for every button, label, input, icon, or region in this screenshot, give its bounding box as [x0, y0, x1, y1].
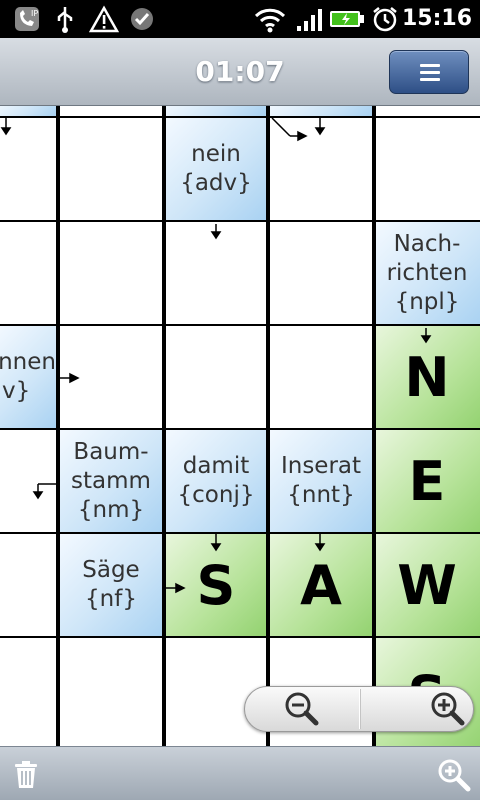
check-icon: [128, 4, 156, 34]
zoom-in-button[interactable]: [361, 687, 475, 731]
zoom-control: [244, 686, 474, 732]
menu-button[interactable]: [389, 50, 469, 94]
zoom-toggle-button[interactable]: [434, 755, 474, 795]
zoom-in-icon: [431, 692, 465, 726]
alarm-icon: [370, 4, 400, 34]
crossword-grid[interactable]: nein {adv} Nach- richten {npl} nnen v} N…: [0, 106, 480, 746]
wifi-icon: [252, 4, 288, 34]
zoom-icon: [438, 759, 471, 792]
signal-icon: [294, 4, 324, 34]
menu-icon: [420, 64, 440, 82]
warning-icon: [88, 4, 120, 34]
status-time: 15:16: [401, 6, 472, 31]
battery-icon: [328, 4, 366, 34]
call-ip-icon: IP: [10, 4, 44, 34]
zoom-out-icon: [285, 692, 319, 726]
header-bar: 01:07: [0, 38, 480, 106]
usb-icon: [52, 4, 78, 34]
delete-button[interactable]: [6, 755, 46, 795]
trash-icon: [15, 761, 37, 788]
zoom-out-button[interactable]: [245, 687, 359, 731]
svg-text:IP: IP: [31, 9, 38, 18]
clue-arrows: [0, 117, 432, 594]
status-bar: IP 15:16: [0, 0, 480, 38]
bottom-bar: [0, 746, 480, 800]
